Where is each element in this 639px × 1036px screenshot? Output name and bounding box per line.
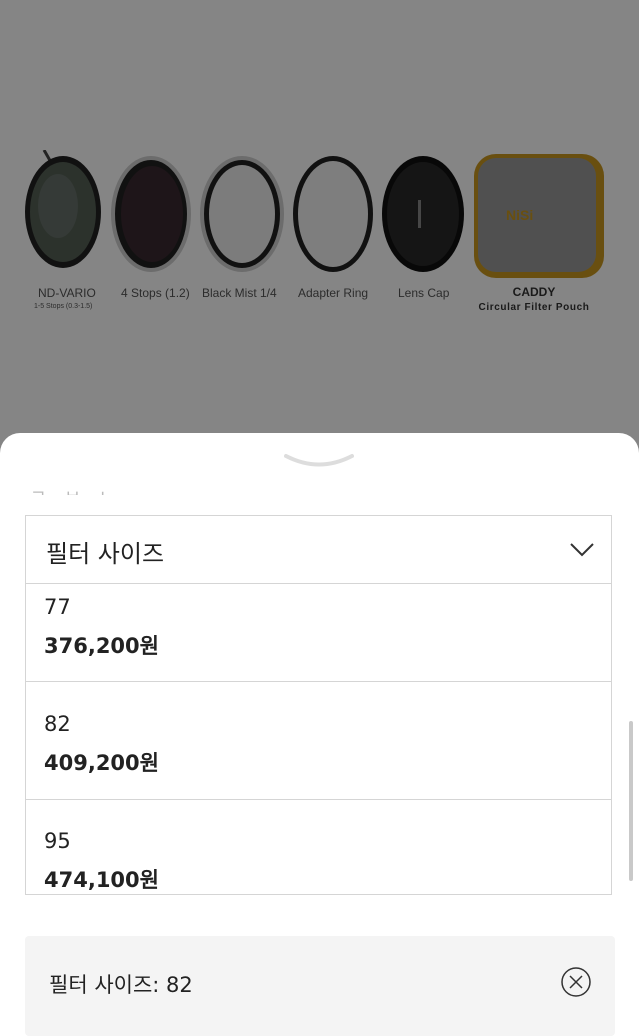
selected-option-panel: 필터 사이즈: 82 [25, 936, 615, 1036]
option-item[interactable]: 95 474,100원 [26, 800, 611, 894]
selected-option-text: 필터 사이즈: 82 [49, 973, 193, 997]
filter-size-select[interactable]: 필터 사이즈 77 376,200원 82 409,200원 95 474,10… [25, 515, 612, 895]
option-bottom-sheet: ㄹ ㅂ ㄴ 필터 사이즈 77 376,200원 82 409,200원 95 … [0, 433, 639, 1036]
select-label: 필터 사이즈 [46, 540, 165, 568]
option-price: 409,200원 [44, 751, 159, 775]
scrollbar[interactable] [629, 721, 633, 881]
clipped-text: ㄹ ㅂ ㄴ [30, 483, 121, 495]
remove-option-icon[interactable] [560, 966, 592, 998]
option-price: 376,200원 [44, 634, 159, 658]
option-list[interactable]: 77 376,200원 82 409,200원 95 474,100원 [26, 584, 611, 894]
chevron-down-icon[interactable] [569, 540, 595, 558]
option-size: 95 [44, 829, 71, 853]
option-size: 82 [44, 712, 71, 736]
sheet-collapse-handle[interactable] [284, 453, 354, 473]
option-price: 474,100원 [44, 868, 159, 892]
option-size: 77 [44, 595, 71, 619]
select-header[interactable]: 필터 사이즈 [26, 516, 611, 584]
option-item[interactable]: 82 409,200원 [26, 682, 611, 800]
option-item[interactable]: 77 376,200원 [26, 584, 611, 682]
